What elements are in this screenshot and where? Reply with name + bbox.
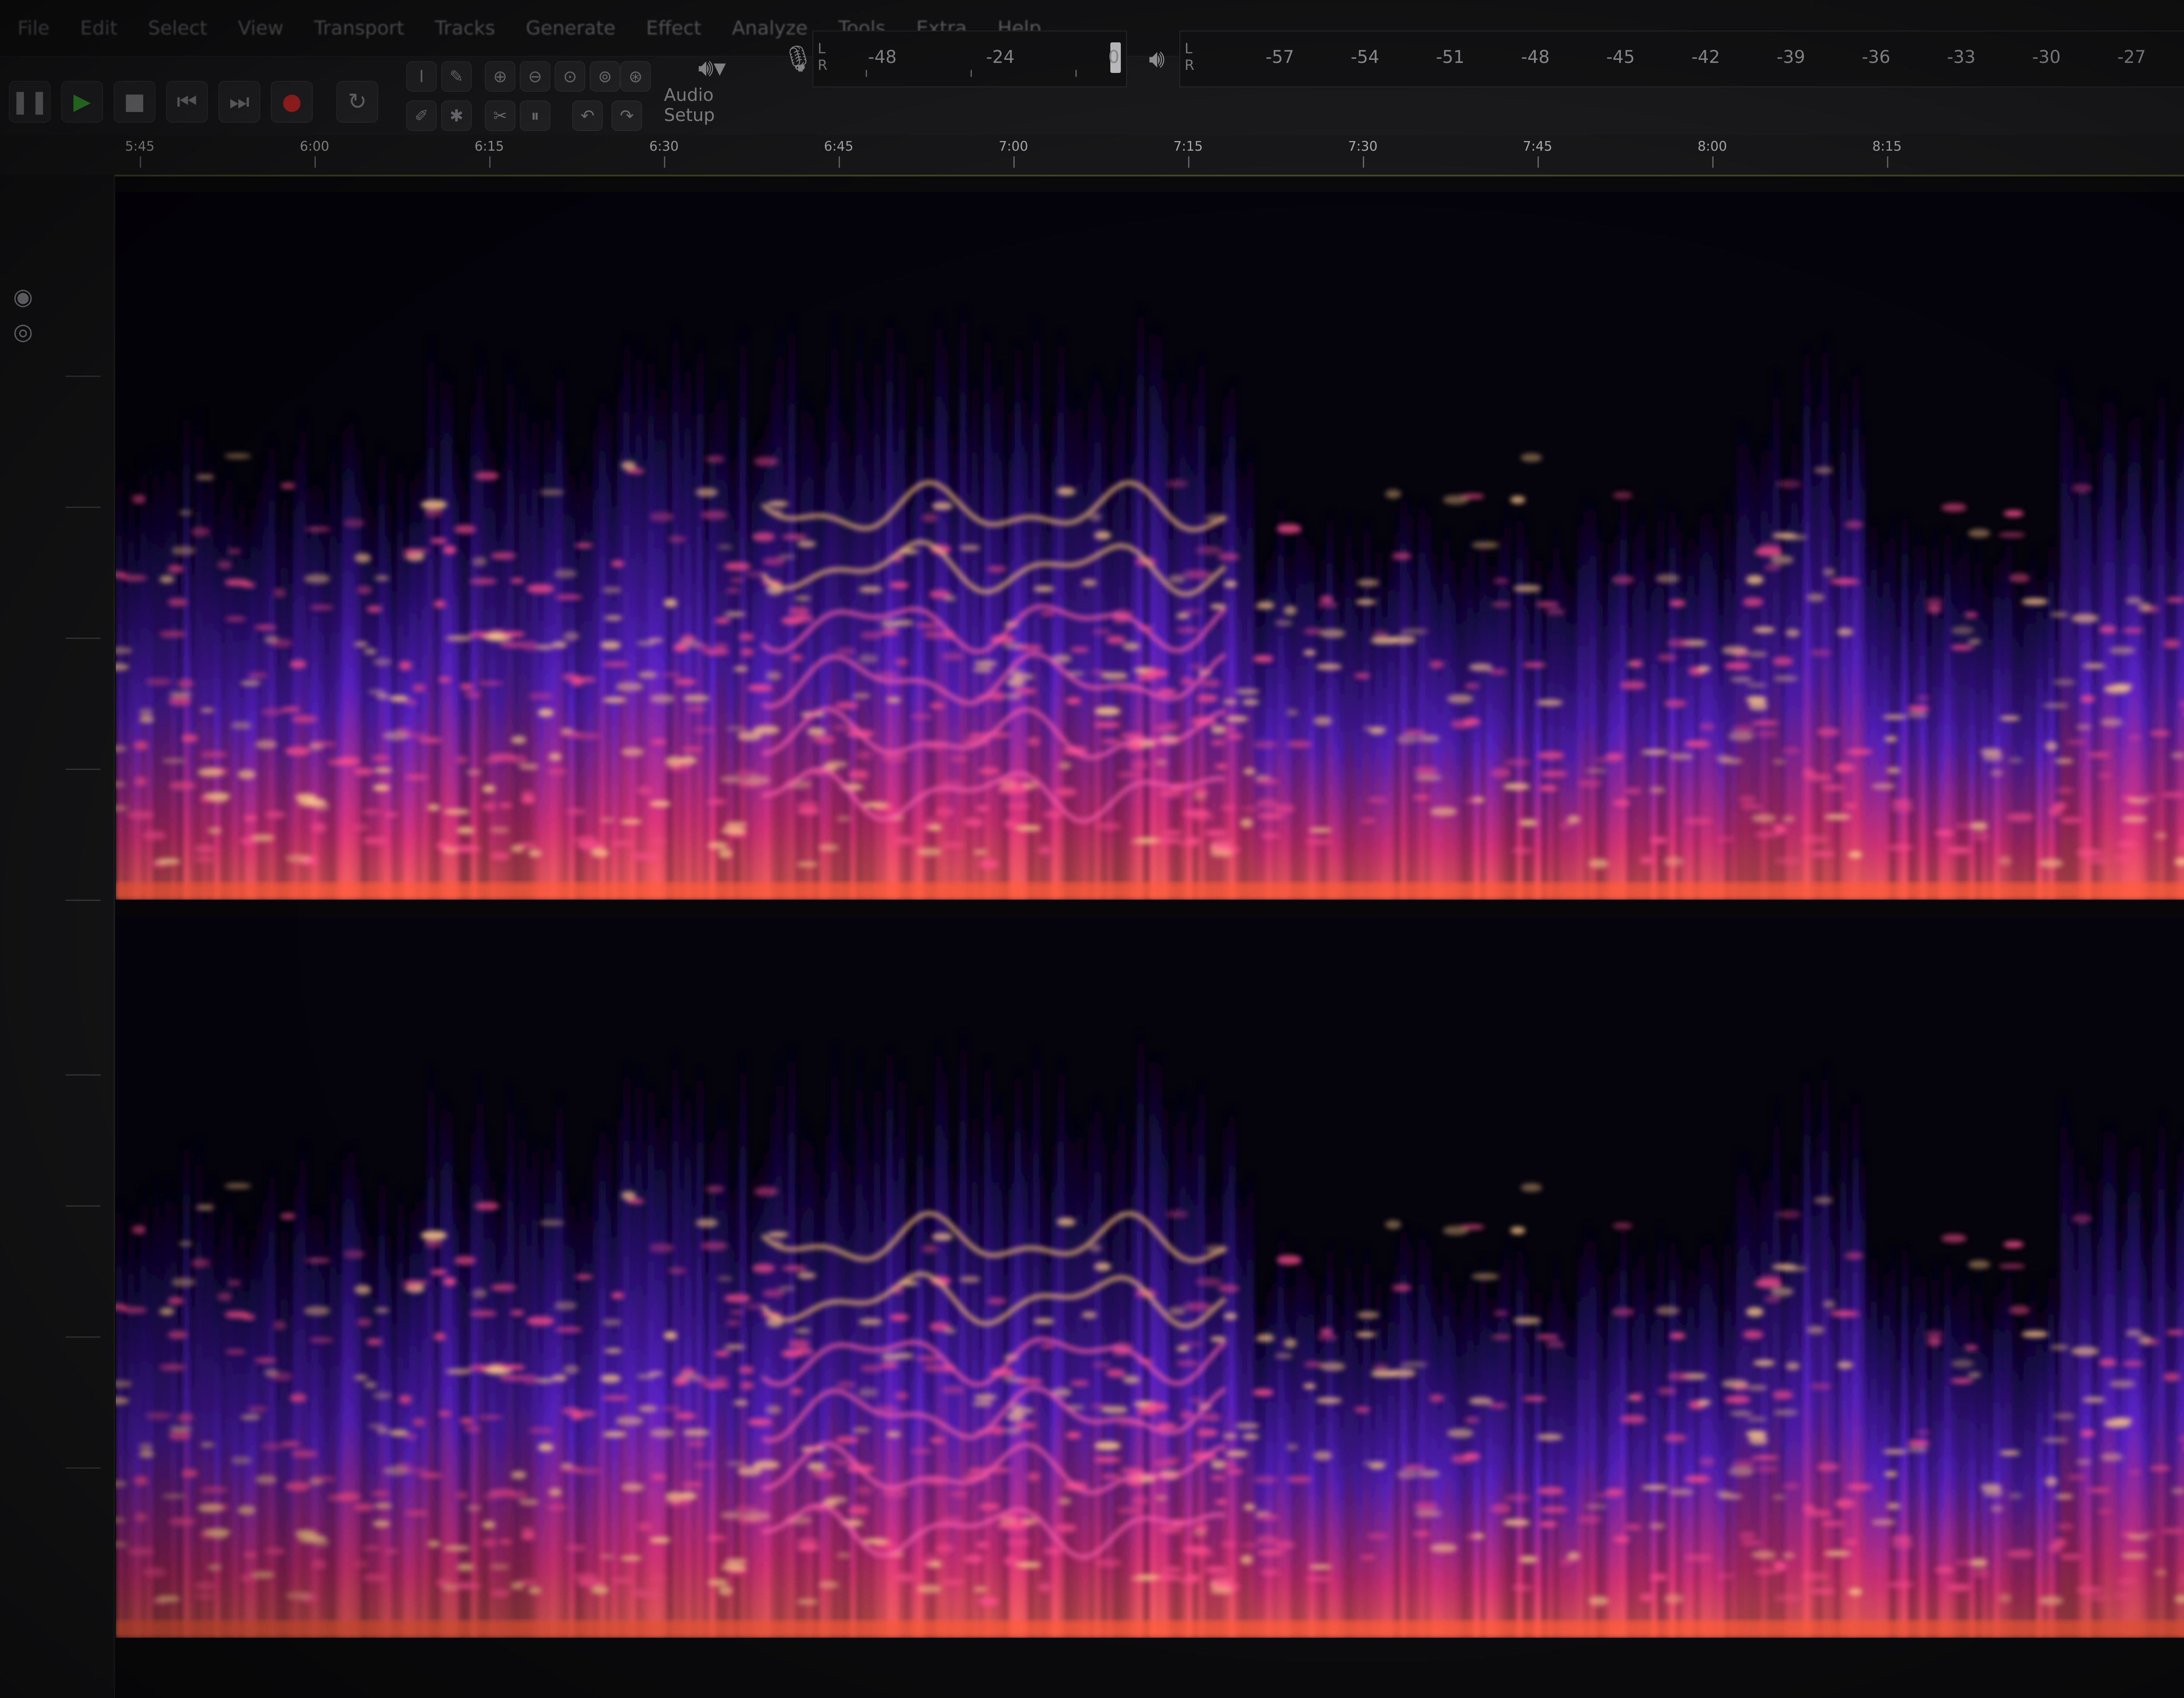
scale-tick bbox=[66, 376, 100, 377]
timeline-label: 7:00 bbox=[999, 139, 1028, 154]
menu-item[interactable]: Edit bbox=[80, 17, 117, 39]
timeline-label: 7:45 bbox=[1523, 139, 1552, 154]
meter-tick-label: -48 bbox=[1521, 47, 1550, 67]
mute-icon[interactable]: ◉ bbox=[13, 284, 33, 310]
microphone-icon[interactable]: 🎙︎ bbox=[782, 44, 814, 74]
envelope-tool-icon[interactable]: ✎ bbox=[441, 61, 472, 92]
scale-tick bbox=[66, 1074, 100, 1076]
selection-tool-icon[interactable]: I bbox=[406, 61, 437, 92]
playback-meter-channels: LR bbox=[1185, 40, 1195, 73]
meter-tick-label: -54 bbox=[1351, 47, 1379, 67]
timeline-label: 7:15 bbox=[1173, 139, 1203, 154]
loop-button[interactable]: ↻ bbox=[336, 81, 378, 123]
meter-tick-label: -33 bbox=[1947, 47, 1976, 67]
timeline-label: 5:45 bbox=[125, 139, 155, 154]
timeline-tick bbox=[664, 156, 665, 168]
spectrogram-left-channel[interactable] bbox=[116, 192, 2184, 900]
record-button[interactable]: ● bbox=[271, 81, 313, 123]
menu-item[interactable]: Transport bbox=[314, 17, 404, 39]
menu-item[interactable]: View bbox=[238, 17, 283, 39]
menu-item[interactable]: Effect bbox=[646, 17, 702, 39]
record-meter-mark bbox=[866, 70, 867, 77]
meter-tick-label: -48 bbox=[868, 47, 897, 67]
audio-setup-label: Audio Setup bbox=[664, 85, 715, 125]
meter-tick-label: -45 bbox=[1606, 47, 1635, 67]
menu-item[interactable]: File bbox=[17, 17, 50, 39]
speaker-icon: 🔊︎▾ bbox=[698, 54, 726, 82]
zoom-toggle-icon[interactable]: ⊛ bbox=[620, 61, 651, 92]
menu-item[interactable]: Tracks bbox=[435, 17, 495, 39]
draw-tool-icon[interactable]: ✐ bbox=[406, 100, 437, 131]
meter-tick-label: -30 bbox=[2032, 47, 2061, 67]
timeline-ruler[interactable]: 5:45 6:00 6:15 6:30 6:45 7:00 7:15 7:30 7:45 8:00… bbox=[0, 135, 2184, 176]
timeline-label: 6:15 bbox=[474, 139, 504, 154]
redo-icon[interactable]: ↷ bbox=[612, 100, 642, 131]
speaker-icon[interactable]: 🔊︎ bbox=[1149, 44, 1165, 74]
fit-project-icon[interactable]: ⊚ bbox=[590, 61, 620, 92]
zoom-out-icon[interactable]: ⊖ bbox=[520, 61, 550, 92]
scale-tick bbox=[66, 769, 100, 770]
timeline-label: 6:45 bbox=[824, 139, 854, 154]
timeline-label: 6:00 bbox=[300, 139, 329, 154]
timeline-tick bbox=[1887, 156, 1888, 168]
menu-item[interactable]: Analyze bbox=[732, 17, 808, 39]
timeline-tick bbox=[1013, 156, 1015, 168]
meter-tick-label: -27 bbox=[2117, 47, 2146, 67]
scale-tick bbox=[66, 1467, 100, 1469]
timeline-tick bbox=[489, 156, 491, 168]
stop-button[interactable]: ■ bbox=[114, 81, 156, 123]
scale-tick bbox=[66, 1336, 100, 1338]
pause-button[interactable]: ❚❚ bbox=[9, 81, 51, 123]
timeline-tick bbox=[140, 156, 141, 168]
multi-tool-icon[interactable]: ✱ bbox=[441, 100, 472, 131]
record-meter[interactable]: LR bbox=[812, 31, 1127, 87]
channel-divider bbox=[116, 900, 2184, 917]
meter-tick-label: -42 bbox=[1691, 47, 1720, 67]
skip-to-start-button[interactable]: ⏮ bbox=[166, 81, 208, 123]
scale-tick bbox=[66, 507, 100, 508]
timeline-tick bbox=[839, 156, 840, 168]
fit-selection-icon[interactable]: ⊙ bbox=[555, 61, 585, 92]
silence-icon[interactable]: ⏸ bbox=[520, 100, 550, 131]
meter-tick-label: 0 bbox=[1108, 47, 1120, 67]
skip-to-end-button[interactable]: ⏭ bbox=[218, 81, 260, 123]
meter-tick-label: -51 bbox=[1436, 47, 1465, 67]
trim-icon[interactable]: ✂ bbox=[485, 100, 515, 131]
timeline-tick bbox=[1188, 156, 1189, 168]
solo-icon[interactable]: ◎ bbox=[13, 319, 33, 345]
meter-tick-label: -36 bbox=[1862, 47, 1890, 67]
play-button[interactable]: ▶ bbox=[61, 81, 103, 123]
zoom-in-icon[interactable]: ⊕ bbox=[485, 61, 515, 92]
record-meter-mark bbox=[1075, 70, 1077, 77]
timeline-label: 8:00 bbox=[1697, 139, 1727, 154]
audio-setup-button[interactable]: 🔊︎▾ Audio Setup bbox=[664, 54, 760, 125]
timeline-label: 8:15 bbox=[1872, 139, 1902, 154]
timeline-tick bbox=[1712, 156, 1714, 168]
timeline-tick bbox=[314, 156, 316, 168]
timeline-tick bbox=[1538, 156, 1539, 168]
meter-tick-label: -57 bbox=[1265, 47, 1294, 67]
track-control-panel: ◉ ◎ bbox=[0, 175, 115, 1698]
timeline-tick bbox=[1363, 156, 1364, 168]
scale-tick bbox=[66, 900, 100, 901]
scale-tick bbox=[66, 1205, 100, 1207]
record-meter-mark bbox=[971, 70, 972, 77]
timeline-label: 7:30 bbox=[1348, 139, 1378, 154]
timeline-label: 6:30 bbox=[649, 139, 679, 154]
spectrogram-right-channel[interactable] bbox=[116, 917, 2184, 1638]
undo-icon[interactable]: ↶ bbox=[572, 100, 603, 131]
menu-item[interactable]: Generate bbox=[526, 17, 616, 39]
record-meter-channels: LR bbox=[818, 40, 828, 73]
meter-tick-label: -39 bbox=[1776, 47, 1805, 67]
scale-tick bbox=[66, 638, 100, 639]
meter-tick-label: -24 bbox=[986, 47, 1015, 67]
menu-item[interactable]: Select bbox=[148, 17, 207, 39]
